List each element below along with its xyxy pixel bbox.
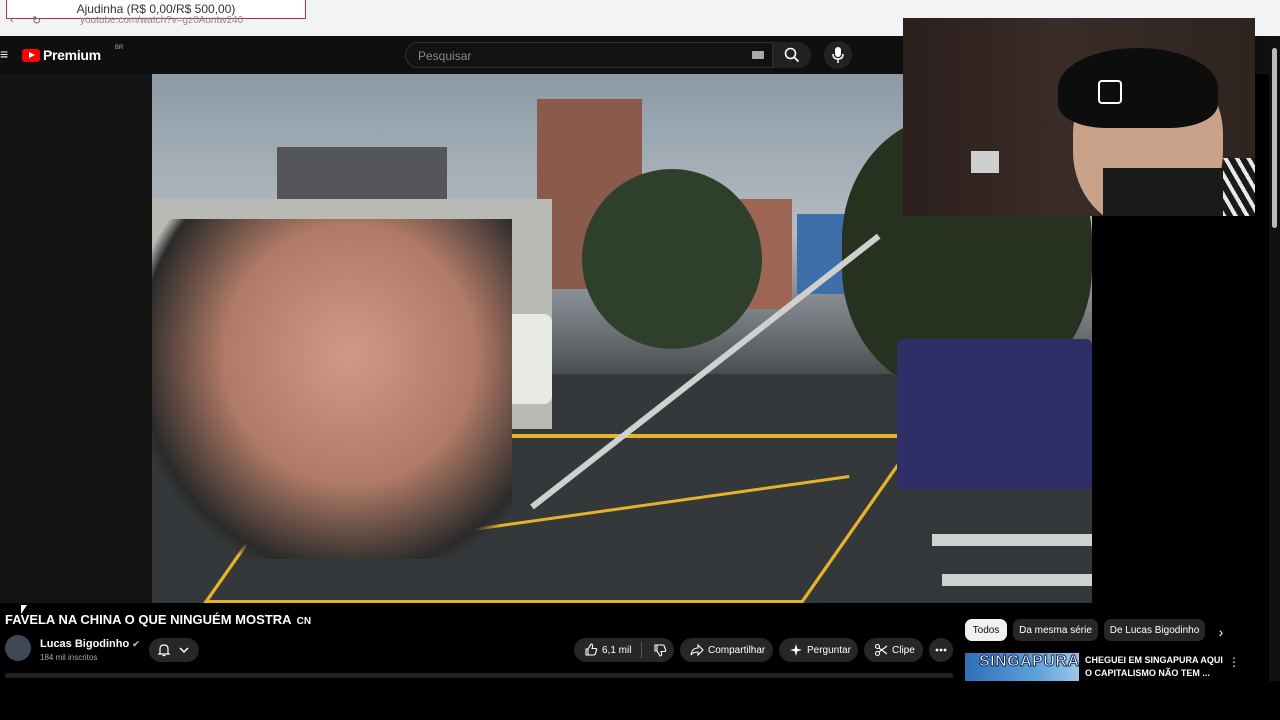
share-button[interactable]: Compartilhar [680, 638, 773, 662]
scissors-icon [874, 643, 888, 657]
webcam-cap [1058, 48, 1218, 128]
video-frame-crosswalk [932, 534, 1092, 546]
like-count[interactable]: 6,1 mil [602, 645, 631, 656]
webcam-background-object [971, 151, 999, 173]
search-button[interactable] [773, 42, 811, 68]
like-dislike-group: 6,1 mil [574, 638, 674, 662]
search-box [405, 42, 773, 68]
dislike-icon[interactable] [653, 643, 667, 657]
cap-logo-icon [1098, 80, 1122, 104]
chevron-right-icon[interactable]: › [1212, 623, 1230, 641]
video-frame-tree [582, 169, 762, 349]
webcam-shirt-stripes [1223, 158, 1255, 216]
channel-name-link[interactable]: Lucas Bigodinho ✔ [40, 638, 140, 650]
mouse-cursor-icon [21, 605, 27, 614]
chip-from-channel[interactable]: De Lucas Bigodinho [1104, 619, 1205, 641]
recommendation-thumbnail[interactable]: SINGAPURA [965, 653, 1079, 681]
subscriber-count: 184 mil inscritos [40, 653, 98, 662]
bell-icon [157, 644, 171, 657]
channel-name: Lucas Bigodinho [40, 638, 130, 650]
youtube-logo-icon [22, 48, 40, 62]
reload-icon[interactable]: ↻ [32, 14, 41, 27]
logo-text: Premium [43, 47, 101, 63]
bottom-letterbox [0, 681, 1280, 720]
sparkle-icon [790, 644, 802, 656]
clip-label: Clipe [892, 644, 915, 656]
notification-bell-button[interactable] [149, 638, 199, 662]
webcam-overlay [903, 18, 1255, 216]
chevron-down-icon [179, 647, 189, 654]
ask-label: Perguntar [807, 644, 851, 656]
more-horizontal-icon [935, 648, 947, 652]
kebab-menu-icon[interactable]: ⋮ [1228, 655, 1240, 669]
video-frame-crosswalk [942, 574, 1092, 586]
keyboard-icon[interactable] [752, 51, 764, 59]
share-label: Compartilhar [708, 644, 766, 656]
video-frame-hand [152, 219, 512, 559]
video-title-suffix: CN [296, 616, 312, 627]
search-icon [784, 47, 800, 63]
ask-button[interactable]: Perguntar [779, 638, 858, 662]
share-icon [690, 643, 704, 657]
chip-todos[interactable]: Todos [965, 619, 1007, 641]
channel-avatar[interactable] [5, 635, 31, 661]
address-bar[interactable]: youtube.com/watch?v=gz0Auntw240 [80, 15, 243, 26]
microphone-icon [832, 47, 844, 63]
like-icon[interactable] [584, 643, 598, 657]
more-actions-button[interactable] [929, 638, 953, 662]
recommendation-title[interactable]: CHEGUEI EM SINGAPURA AQUI O CAPITALISMO … [1085, 654, 1225, 680]
video-title: FAVELA NA CHINA O QUE NINGUÉM MOSTRA CN [5, 612, 311, 627]
voice-search-button[interactable] [824, 41, 852, 69]
logo-region: BR [115, 45, 124, 51]
like-divider [641, 642, 642, 658]
video-frame-tricycle [897, 339, 1092, 489]
video-title-text: FAVELA NA CHINA O QUE NINGUÉM MOSTRA [5, 612, 291, 627]
page-scrollbar[interactable] [1269, 36, 1280, 681]
chip-same-series[interactable]: Da mesma série [1013, 619, 1098, 641]
scrollbar-thumb[interactable] [1272, 48, 1277, 228]
youtube-premium-logo[interactable]: Premium BR [22, 45, 123, 63]
player-letterbox [0, 74, 152, 603]
search-input[interactable] [416, 48, 740, 64]
back-icon[interactable]: ‹ [10, 14, 14, 26]
thumbnail-text: SINGAPURA [979, 653, 1079, 671]
verified-icon: ✔ [132, 639, 140, 649]
description-box[interactable] [5, 673, 953, 678]
clip-button[interactable]: Clipe [864, 638, 923, 662]
menu-icon[interactable]: ≡ [0, 47, 8, 61]
